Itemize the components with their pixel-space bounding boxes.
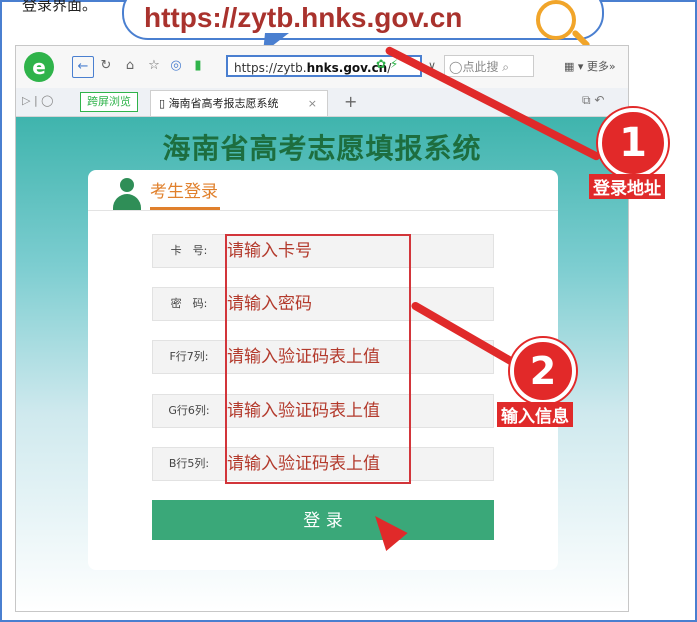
field-label: 卡 号: — [170, 244, 208, 257]
back-button[interactable]: ← — [72, 56, 94, 78]
home-button[interactable]: ⌂ — [120, 56, 140, 76]
field-label: G行6列: — [168, 404, 210, 417]
field-label: B行5列: — [168, 457, 210, 470]
login-card: 考生登录 卡 号: 密 码: F行7列: G行6列: B行5列: — [88, 170, 558, 570]
password-field: 密 码: — [152, 287, 494, 321]
captcha-b5-field: B行5列: — [152, 447, 494, 481]
document-icon: ▯ — [159, 97, 169, 110]
browser-search-box[interactable]: ◯点此搜 ⌕ — [444, 55, 534, 77]
tab-restore-icon[interactable]: ⧉ ↶ — [582, 93, 604, 108]
caption-text: 登录界面。 — [22, 0, 98, 14]
url-callout-text: https://zytb.hnks.gov.cn — [144, 2, 463, 33]
step-1-badge: 1 — [598, 108, 668, 178]
captcha-b5-input[interactable] — [227, 452, 477, 476]
tab-title: 海南省高考报志愿系统 — [168, 97, 279, 110]
card-number-input[interactable] — [227, 239, 477, 263]
login-button[interactable]: 登 录 — [152, 500, 494, 540]
more-menu[interactable]: ▦ ▾ 更多» — [564, 58, 616, 74]
browser-toolbar: e ← ↻ ⌂ ☆ ◎ ▮ https://zytb.hnks.gov.cn/ … — [16, 46, 628, 89]
step-2-label: 输入信息 — [497, 402, 573, 427]
password-input[interactable] — [227, 292, 477, 316]
captcha-f7-field: F行7列: — [152, 340, 494, 374]
field-label: F行7列: — [169, 350, 209, 363]
browser-logo-icon[interactable]: e — [24, 52, 54, 82]
magnifier-icon — [536, 0, 576, 40]
field-label: 密 码: — [170, 297, 208, 310]
step-2-badge: 2 — [510, 338, 576, 404]
card-number-field: 卡 号: — [152, 234, 494, 268]
captcha-g6-input[interactable] — [227, 399, 477, 423]
address-prefix: https://zytb. — [234, 61, 307, 75]
captcha-g6-field: G行6列: — [152, 394, 494, 428]
card-header: 考生登录 — [88, 170, 558, 211]
browser-search-placeholder: 点此搜 — [462, 60, 499, 74]
step-1-label: 登录地址 — [589, 174, 665, 199]
cross-screen-label: 跨屏浏览 — [87, 95, 131, 108]
sidebar-toggle-icon[interactable]: ▷ | ◯ — [22, 94, 53, 107]
shield-icon: ◎ — [170, 58, 182, 73]
url-callout-bubble: https://zytb.hnks.gov.cn — [122, 0, 604, 40]
card-title-underline — [150, 207, 220, 210]
page-title: 海南省高考志愿填报系统 — [162, 132, 482, 165]
card-title: 考生登录 — [150, 182, 218, 202]
new-tab-button[interactable]: + — [344, 92, 357, 111]
tab-active[interactable]: ▯ 海南省高考报志愿系统 × — [150, 90, 328, 116]
user-icon — [110, 176, 144, 210]
more-label: 更多» — [586, 60, 616, 73]
captcha-f7-input[interactable] — [227, 345, 477, 369]
cross-screen-tab[interactable]: 跨屏浏览 — [80, 92, 138, 112]
refresh-button[interactable]: ↻ — [96, 56, 116, 76]
favorite-star-icon[interactable]: ☆ — [144, 56, 164, 76]
lock-icon: ▮ — [194, 58, 202, 73]
tab-bar: ▷ | ◯ 跨屏浏览 ▯ 海南省高考报志愿系统 × + ⧉ ↶ — [16, 88, 628, 117]
tab-close-icon[interactable]: × — [308, 91, 317, 117]
compat-mode-icon[interactable]: ✿ ⚡ — [376, 57, 398, 71]
